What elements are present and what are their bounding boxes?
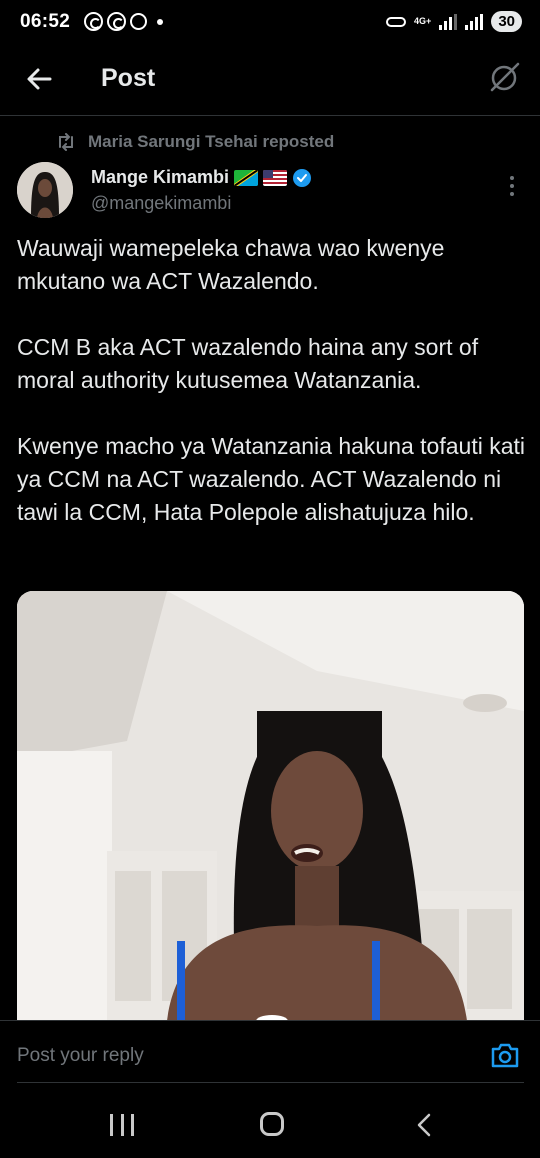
status-bar: 06:52 4G+ 30 (0, 0, 540, 46)
author-handle[interactable]: @mangekimambi (91, 193, 231, 214)
repost-icon (59, 133, 73, 151)
repost-attribution[interactable]: Maria Sarungi Tsehai reposted (56, 132, 334, 152)
video-frame-image (17, 591, 524, 1021)
system-navigation-bar (0, 1090, 540, 1158)
avatar[interactable] (17, 162, 73, 218)
tweet-video[interactable] (17, 591, 524, 1021)
tweet-paragraph: CCM B aka ACT wazalendo haina any sort o… (17, 334, 479, 393)
reply-composer: Post your reply (0, 1020, 540, 1084)
more-icon[interactable] (510, 176, 516, 196)
signal-strength-2-icon (465, 13, 484, 30)
tanzania-flag-icon (234, 169, 259, 186)
status-time: 06:52 (20, 11, 71, 32)
reply-divider (17, 1082, 524, 1083)
top-app-bar: Post (0, 46, 540, 116)
whatsapp-icon (84, 12, 103, 31)
system-icons: 4G+ 30 (386, 11, 522, 32)
grok-icon[interactable] (488, 60, 522, 94)
repost-text: Maria Sarungi Tsehai reposted (88, 132, 335, 151)
battery-level: 30 (491, 11, 522, 32)
nav-back-icon[interactable] (412, 1112, 436, 1138)
author-name: Mange Kimambi (91, 167, 230, 187)
usa-flag-icon (263, 169, 288, 186)
notification-icons (84, 12, 163, 31)
nav-recent-icon[interactable] (110, 1114, 134, 1136)
verified-icon (293, 168, 312, 187)
author-name-row[interactable]: Mange Kimambi (91, 167, 312, 188)
more-notifications-dot-icon (157, 18, 163, 25)
page-title: Post (101, 64, 156, 92)
nav-home-icon[interactable] (260, 1112, 284, 1136)
avatar-image (17, 162, 73, 218)
vpn-key-icon (386, 16, 407, 27)
camera-icon[interactable] (490, 1041, 520, 1069)
alarm-icon (130, 13, 147, 30)
reply-input[interactable]: Post your reply (17, 1045, 144, 1067)
tweet-body: Wauwaji wamepeleka chawa wao kwenye mkut… (17, 232, 527, 562)
tweet-paragraph: Kwenye macho ya Watanzania hakuna tofaut… (17, 433, 525, 525)
network-type-label: 4G+ (414, 16, 432, 26)
whatsapp-business-icon (107, 12, 126, 31)
tweet-paragraph: Wauwaji wamepeleka chawa wao kwenye mkut… (17, 235, 445, 294)
signal-strength-icon (439, 13, 458, 30)
back-arrow-icon[interactable] (22, 62, 56, 96)
